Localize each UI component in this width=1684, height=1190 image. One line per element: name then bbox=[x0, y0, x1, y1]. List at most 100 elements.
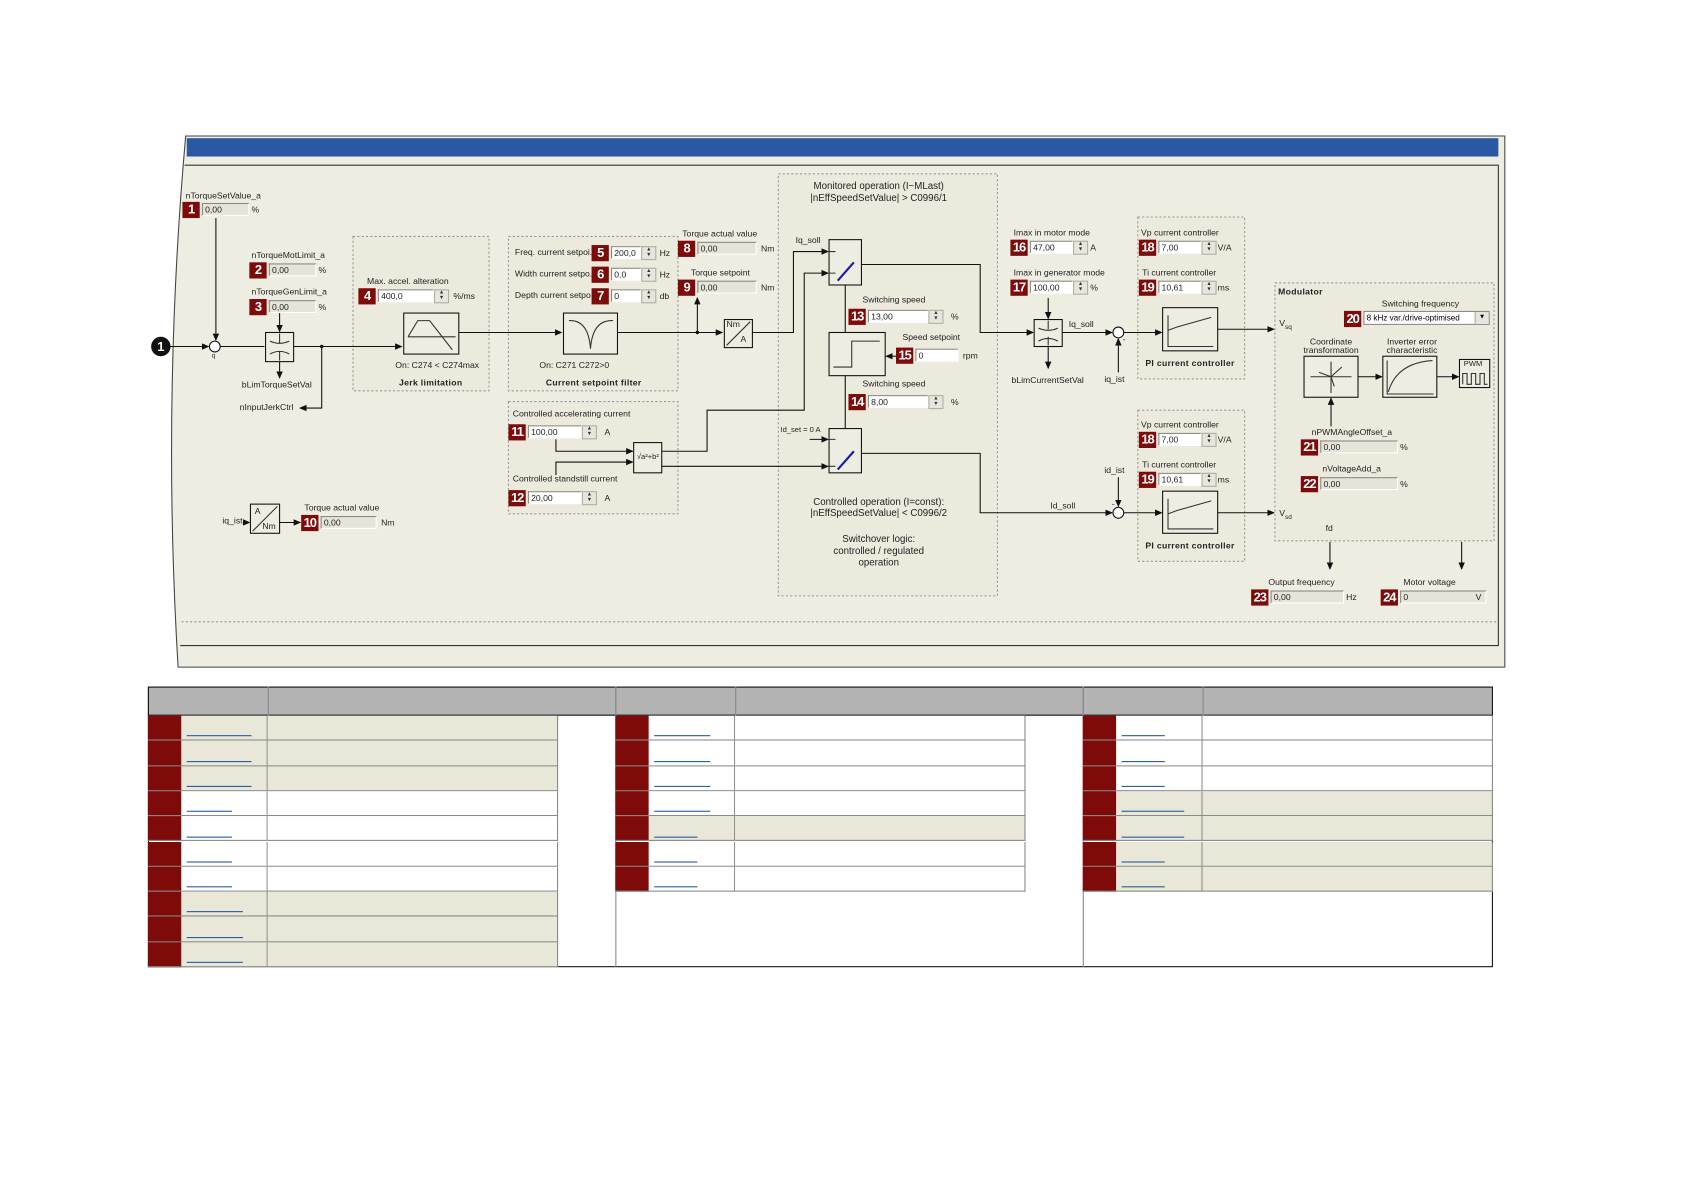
row-link[interactable] bbox=[186, 961, 243, 963]
row-link[interactable] bbox=[1121, 760, 1165, 762]
param-6-field[interactable]: 0,0 bbox=[610, 267, 642, 281]
param-7-unit: db bbox=[659, 291, 670, 302]
iq-soll-label: Iq_soll bbox=[795, 235, 821, 246]
param-12-field[interactable]: 20,00 bbox=[527, 491, 582, 505]
iq-soll-label: Iq_soll bbox=[1068, 319, 1094, 330]
param-18-spinner[interactable]: ▲ ▼ bbox=[1201, 240, 1217, 255]
param-22-label: nVoltageAdd_a bbox=[1322, 464, 1381, 474]
param-7-badge: 7 bbox=[591, 288, 609, 305]
param-4-field[interactable]: 400,0 bbox=[377, 289, 434, 303]
param-19-field[interactable]: 10,61 bbox=[1158, 280, 1202, 294]
switchover-label: operation bbox=[858, 557, 899, 568]
minus-sign: - bbox=[1122, 334, 1126, 345]
row-number-cell bbox=[615, 715, 649, 741]
param-16-field[interactable]: 47,00 bbox=[1029, 240, 1074, 254]
row-link[interactable] bbox=[186, 785, 252, 787]
row-link[interactable] bbox=[1121, 735, 1165, 737]
row-link[interactable] bbox=[186, 861, 233, 863]
row-link[interactable] bbox=[1121, 785, 1165, 787]
row-description-cell bbox=[267, 766, 559, 792]
row-link[interactable] bbox=[654, 861, 698, 863]
modulator-title: Modulator bbox=[1278, 287, 1323, 297]
param-4-spinner[interactable]: ▲ ▼ bbox=[433, 289, 450, 304]
row-link[interactable] bbox=[186, 936, 243, 938]
param-18-field[interactable]: 7,00 bbox=[1158, 432, 1202, 446]
param-5-badge: 5 bbox=[591, 245, 609, 262]
row-link[interactable] bbox=[1121, 861, 1165, 863]
param-11-spinner[interactable]: ▲ ▼ bbox=[581, 425, 597, 440]
param-2-label: nTorqueMotLimit_a bbox=[251, 250, 325, 261]
param-20-select[interactable]: 8 kHz var./drive-optimised ▼ bbox=[1363, 310, 1490, 325]
param-20-badge: 20 bbox=[1343, 310, 1362, 328]
chevron-down-icon[interactable]: ▼ bbox=[1474, 311, 1489, 324]
row-link[interactable] bbox=[1121, 810, 1185, 812]
param-15-badge: 15 bbox=[895, 347, 914, 364]
row-link[interactable] bbox=[654, 836, 698, 838]
row-link[interactable] bbox=[654, 785, 711, 787]
row-description-cell bbox=[735, 715, 1026, 741]
param-19-field[interactable]: 10,61 bbox=[1158, 472, 1202, 486]
param-18-spinner[interactable]: ▲ ▼ bbox=[1201, 432, 1217, 447]
param-19-badge: 19 bbox=[1138, 279, 1157, 296]
row-link-cell bbox=[181, 891, 268, 917]
row-number-cell bbox=[147, 916, 182, 943]
param-2-unit: % bbox=[318, 265, 327, 276]
param-24-unit: V bbox=[1475, 592, 1482, 603]
row-link[interactable] bbox=[186, 886, 233, 888]
param-16-spinner[interactable]: ▲ ▼ bbox=[1073, 240, 1089, 255]
param-17-field[interactable]: 100,00 bbox=[1029, 280, 1074, 294]
param-18-badge: 18 bbox=[1138, 431, 1157, 448]
param-9-label: Torque setpoint bbox=[690, 267, 750, 278]
row-link-cell bbox=[648, 766, 736, 792]
row-link[interactable] bbox=[654, 810, 711, 812]
row-number-cell bbox=[147, 942, 182, 968]
param-7-spinner[interactable]: ▲ ▼ bbox=[641, 289, 657, 304]
row-link[interactable] bbox=[186, 810, 233, 812]
row-number-cell bbox=[615, 841, 649, 867]
input-jerk-label: nInputJerkCtrl bbox=[239, 402, 294, 413]
param-19-spinner[interactable]: ▲ ▼ bbox=[1201, 280, 1217, 295]
row-number-cell bbox=[147, 891, 182, 917]
param-13-field[interactable]: 13,00 bbox=[867, 309, 929, 323]
row-link[interactable] bbox=[654, 886, 698, 888]
row-link-cell bbox=[181, 916, 268, 943]
param-3-badge: 3 bbox=[249, 299, 267, 316]
param-17-badge: 17 bbox=[1010, 279, 1028, 296]
param-7-field[interactable]: 0 bbox=[610, 289, 642, 303]
param-18-field[interactable]: 7,00 bbox=[1158, 240, 1202, 254]
param-19-spinner[interactable]: ▲ ▼ bbox=[1201, 472, 1217, 487]
param-11-field[interactable]: 100,00 bbox=[527, 425, 582, 439]
param-14-spinner[interactable]: ▲ ▼ bbox=[928, 395, 944, 410]
param-5-spinner[interactable]: ▲ ▼ bbox=[641, 246, 657, 261]
row-number-cell bbox=[147, 866, 182, 892]
param-15-field[interactable]: 0 bbox=[915, 348, 959, 362]
param-12-spinner[interactable]: ▲ ▼ bbox=[581, 491, 597, 506]
row-link[interactable] bbox=[1121, 886, 1165, 888]
row-link-cell bbox=[181, 942, 268, 968]
param-5-field[interactable]: 200,0 bbox=[610, 246, 642, 260]
param-13-spinner[interactable]: ▲ ▼ bbox=[928, 309, 944, 324]
row-number-cell bbox=[1082, 740, 1117, 767]
param-21-unit: % bbox=[1400, 442, 1408, 453]
id-set-label: Id_set = 0 A bbox=[780, 426, 821, 434]
row-link[interactable] bbox=[186, 760, 252, 762]
row-link[interactable] bbox=[186, 836, 233, 838]
pi-title: PI current controller bbox=[1145, 540, 1235, 551]
row-link[interactable] bbox=[1121, 836, 1185, 838]
param-4-unit: %/ms bbox=[453, 291, 475, 302]
param-17-spinner[interactable]: ▲ ▼ bbox=[1073, 280, 1089, 295]
row-description-cell bbox=[735, 816, 1026, 842]
param-13-label: Switching speed bbox=[862, 294, 926, 305]
param-14-field[interactable]: 8,00 bbox=[867, 395, 929, 409]
param-6-spinner[interactable]: ▲ ▼ bbox=[641, 267, 657, 282]
row-link[interactable] bbox=[186, 735, 252, 737]
param-5-unit: Hz bbox=[659, 248, 671, 259]
param-6-badge: 6 bbox=[591, 266, 609, 283]
param-17-label: Imax in generator mode bbox=[1013, 267, 1105, 278]
row-link[interactable] bbox=[654, 735, 711, 737]
row-link[interactable] bbox=[186, 911, 243, 913]
param-1-field: 0,00 bbox=[201, 202, 250, 216]
param-12-badge: 12 bbox=[508, 490, 526, 507]
row-link[interactable] bbox=[654, 760, 711, 762]
param-22-unit: % bbox=[1400, 479, 1408, 490]
